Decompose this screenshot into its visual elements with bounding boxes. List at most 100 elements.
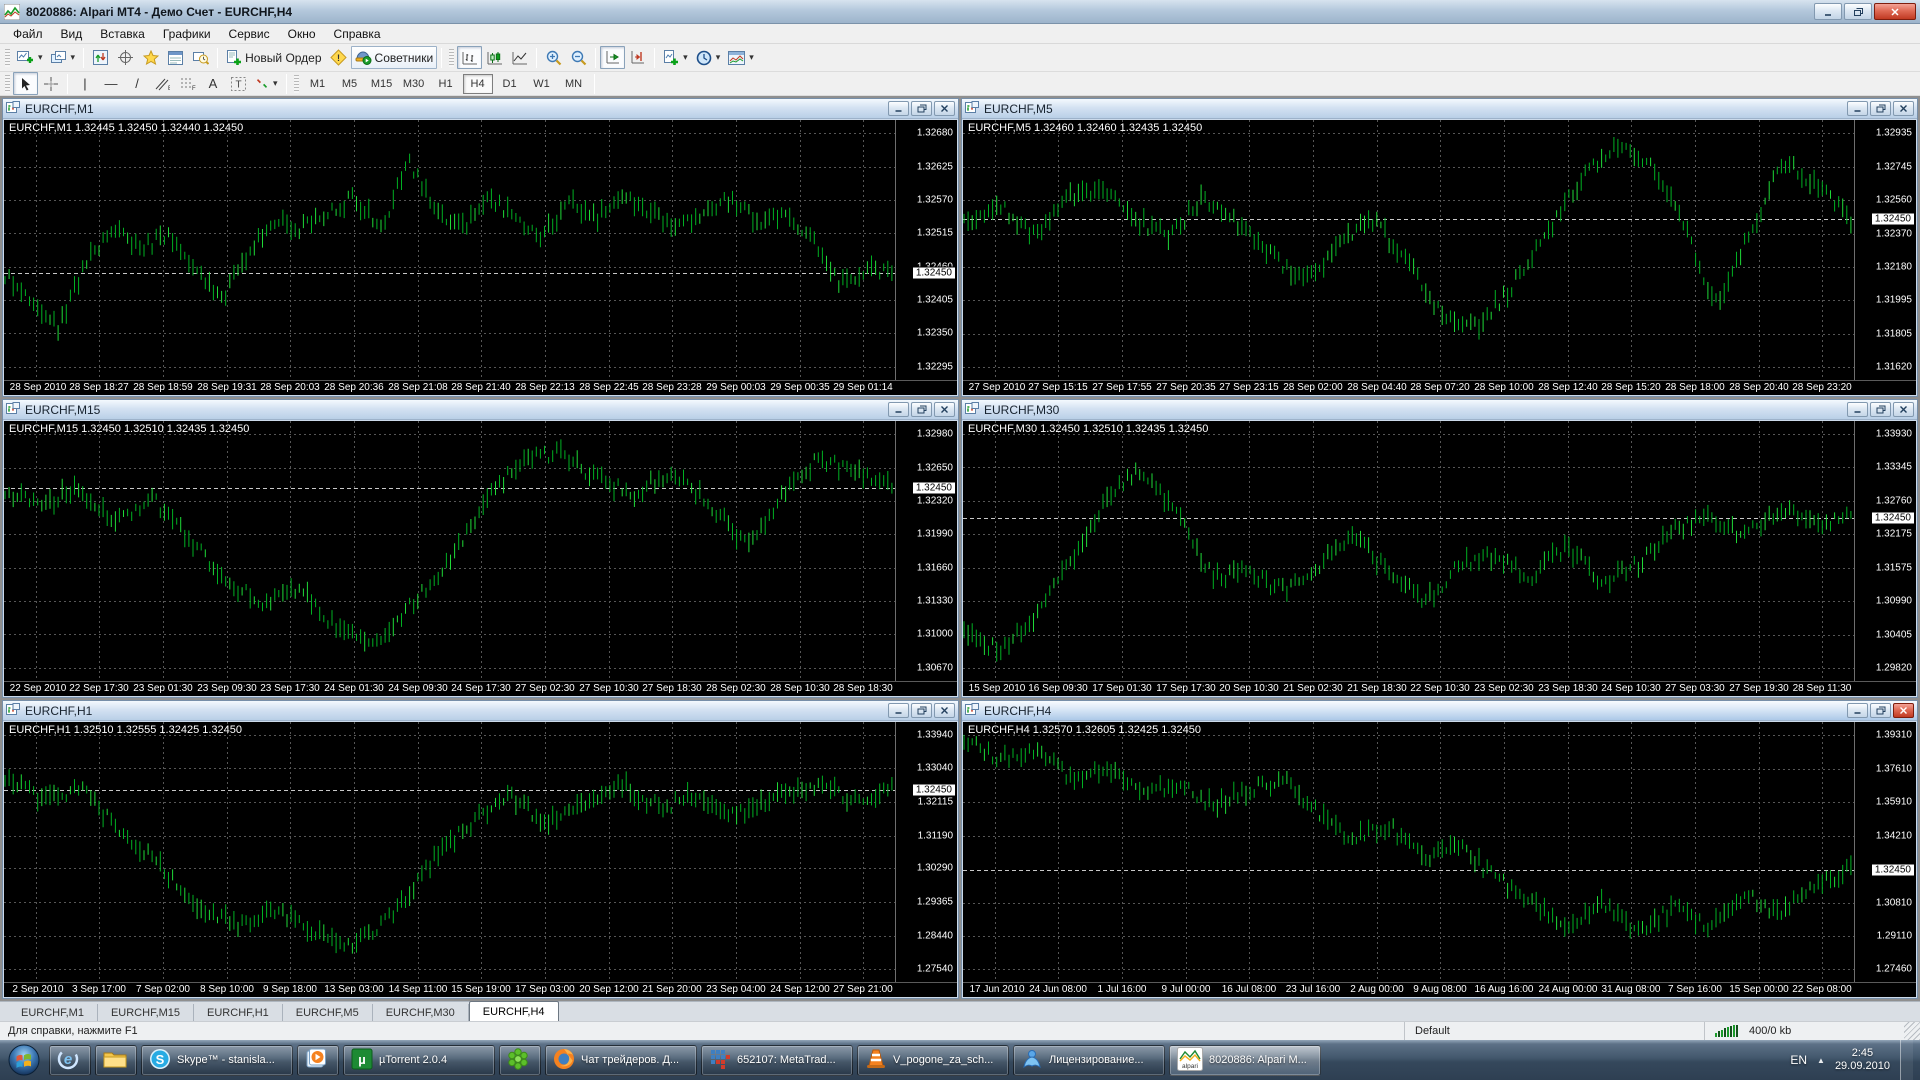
chart-window-titlebar[interactable]: EURCHF,H1 — [3, 701, 958, 721]
chart-tab-4[interactable]: EURCHF,M30 — [373, 1004, 469, 1021]
text-label-tool-button[interactable]: T — [226, 72, 251, 95]
chart-plot[interactable]: EURCHF,M5 1.32460 1.32460 1.32435 1.3245… — [963, 120, 1854, 380]
chart-restore-button[interactable] — [1870, 101, 1891, 116]
timeframe-d1[interactable]: D1 — [495, 74, 525, 94]
chart-close-button[interactable] — [934, 402, 955, 417]
arrows-tool-button[interactable]: ▾ — [251, 72, 282, 95]
profiles-button[interactable]: ▾ — [47, 46, 80, 69]
periods-button[interactable]: ▾ — [692, 46, 725, 69]
chart-close-button[interactable] — [934, 101, 955, 116]
trendline-tool-button[interactable]: / — [124, 72, 150, 95]
main-titlebar[interactable]: 8020886: Alpari MT4 - Демо Счет - EURCHF… — [0, 0, 1920, 24]
toolbar-grip[interactable] — [5, 75, 10, 93]
menu-item-5[interactable]: Окно — [279, 25, 325, 43]
timeframe-m30[interactable]: M30 — [399, 74, 429, 94]
toolbar-grip[interactable] — [294, 75, 299, 93]
chart-plot[interactable]: EURCHF,M15 1.32450 1.32510 1.32435 1.324… — [4, 421, 895, 681]
chart-tab-2[interactable]: EURCHF,H1 — [194, 1004, 283, 1021]
menu-item-1[interactable]: Вид — [52, 25, 92, 43]
crosshair-tool-button[interactable] — [38, 72, 63, 95]
chart-minimize-button[interactable] — [888, 101, 909, 116]
taskbar-clock[interactable]: 2:45 29.09.2010 — [1835, 1047, 1890, 1073]
taskbar-app-vlc[interactable]: V_pogone_za_sch... — [857, 1045, 1009, 1076]
chart-restore-button[interactable] — [1870, 703, 1891, 718]
chart-close-button[interactable] — [1893, 101, 1914, 116]
chart-minimize-button[interactable] — [888, 703, 909, 718]
price-axis[interactable]: 1.329351.327451.325601.323701.321801.319… — [1854, 120, 1916, 380]
start-button[interactable] — [3, 1040, 45, 1080]
time-axis[interactable]: 22 Sep 201022 Sep 17:3023 Sep 01:3023 Se… — [4, 681, 957, 696]
timeframe-h1[interactable]: H1 — [431, 74, 461, 94]
taskbar-app-skype[interactable]: SSkype™ - stanisla... — [141, 1045, 293, 1076]
price-axis[interactable]: 1.393101.376101.359101.342101.308101.291… — [1854, 722, 1916, 982]
price-axis[interactable]: 1.339401.330401.321151.311901.302901.293… — [895, 722, 957, 982]
vertical-line-tool-button[interactable]: | — [72, 72, 98, 95]
price-axis[interactable]: 1.326801.326251.325701.325151.324601.324… — [895, 120, 957, 380]
restore-button[interactable] — [1844, 3, 1872, 20]
chart-restore-button[interactable] — [911, 101, 932, 116]
chart-tab-3[interactable]: EURCHF,M5 — [283, 1004, 373, 1021]
chart-window-titlebar[interactable]: EURCHF,M1 — [3, 99, 958, 119]
new-order-button[interactable]: Новый Ордер — [222, 46, 325, 69]
chart-tab-1[interactable]: EURCHF,M15 — [98, 1004, 194, 1021]
status-profile-segment[interactable]: Default — [1404, 1022, 1704, 1040]
menu-item-3[interactable]: Графики — [154, 25, 220, 43]
chart-plot[interactable]: EURCHF,H1 1.32510 1.32555 1.32425 1.3245… — [4, 722, 895, 982]
chart-plot[interactable]: EURCHF,H4 1.32570 1.32605 1.32425 1.3245… — [963, 722, 1854, 982]
chart-minimize-button[interactable] — [1847, 703, 1868, 718]
time-axis[interactable]: 2 Sep 20103 Sep 17:007 Sep 02:008 Sep 10… — [4, 982, 957, 997]
chart-close-button[interactable] — [1893, 703, 1914, 718]
strategy-tester-button[interactable] — [188, 46, 213, 69]
tray-expand-icon[interactable]: ▲ — [1817, 1056, 1825, 1065]
resize-grip[interactable] — [1904, 1022, 1920, 1040]
chart-window-titlebar[interactable]: EURCHF,H4 — [962, 701, 1917, 721]
channel-tool-button[interactable]: E — [150, 72, 175, 95]
taskbar-app-player[interactable] — [297, 1045, 339, 1076]
timeframe-w1[interactable]: W1 — [527, 74, 557, 94]
timeframe-m15[interactable]: M15 — [367, 74, 397, 94]
alerts-button[interactable]: ! — [326, 46, 351, 69]
auto-scroll-button[interactable] — [600, 46, 625, 69]
horizontal-line-tool-button[interactable]: — — [98, 72, 124, 95]
chart-window-titlebar[interactable]: EURCHF,M15 — [3, 400, 958, 420]
indicators-button[interactable]: ▾ — [659, 46, 692, 69]
market-watch-button[interactable] — [88, 46, 113, 69]
timeframe-m1[interactable]: M1 — [303, 74, 333, 94]
chart-plot[interactable]: EURCHF,M1 1.32445 1.32450 1.32440 1.3245… — [4, 120, 895, 380]
chart-minimize-button[interactable] — [888, 402, 909, 417]
chart-tab-0[interactable]: EURCHF,M1 — [8, 1004, 98, 1021]
bar-chart-mode-button[interactable] — [457, 46, 482, 69]
templates-button[interactable]: ▾ — [724, 46, 758, 69]
price-axis[interactable]: 1.329801.326501.323201.319901.316601.313… — [895, 421, 957, 681]
close-button[interactable] — [1874, 3, 1916, 20]
zoom-in-button[interactable] — [541, 46, 566, 69]
chart-window-titlebar[interactable]: EURCHF,M30 — [962, 400, 1917, 420]
taskbar-app-dc[interactable]: Лицензирование... — [1013, 1045, 1165, 1076]
timeframe-mn[interactable]: MN — [559, 74, 589, 94]
taskbar-app-utorrent[interactable]: µµTorrent 2.0.4 — [343, 1045, 495, 1076]
chart-plot[interactable]: EURCHF,M30 1.32450 1.32510 1.32435 1.324… — [963, 421, 1854, 681]
price-axis[interactable]: 1.339301.333451.327601.321751.315751.309… — [1854, 421, 1916, 681]
taskbar-app-alpari[interactable]: alpari8020886: Alpari M... — [1169, 1045, 1321, 1076]
chart-restore-button[interactable] — [911, 402, 932, 417]
fibonacci-tool-button[interactable]: F — [175, 72, 200, 95]
chart-close-button[interactable] — [934, 703, 955, 718]
menu-item-4[interactable]: Сервис — [220, 25, 279, 43]
timeframe-m5[interactable]: M5 — [335, 74, 365, 94]
line-chart-mode-button[interactable] — [507, 46, 532, 69]
zoom-out-button[interactable] — [566, 46, 591, 69]
chart-restore-button[interactable] — [911, 703, 932, 718]
chart-shift-button[interactable] — [625, 46, 650, 69]
terminal-button[interactable] — [163, 46, 188, 69]
time-axis[interactable]: 15 Sep 201016 Sep 09:3017 Sep 01:3017 Se… — [963, 681, 1916, 696]
minimize-button[interactable] — [1814, 3, 1842, 20]
show-desktop-button[interactable] — [1900, 1040, 1913, 1080]
candlestick-mode-button[interactable] — [482, 46, 507, 69]
toolbar-grip[interactable] — [449, 49, 454, 67]
taskbar-app-metatrader[interactable]: 652107: MetaTrad... — [701, 1045, 853, 1076]
time-axis[interactable]: 28 Sep 201028 Sep 18:2728 Sep 18:5928 Se… — [4, 380, 957, 395]
timeframe-h4[interactable]: H4 — [463, 74, 493, 94]
expert-advisors-button[interactable]: Советники — [351, 46, 438, 69]
navigator-button[interactable] — [113, 46, 138, 69]
text-tool-button[interactable]: A — [200, 72, 226, 95]
